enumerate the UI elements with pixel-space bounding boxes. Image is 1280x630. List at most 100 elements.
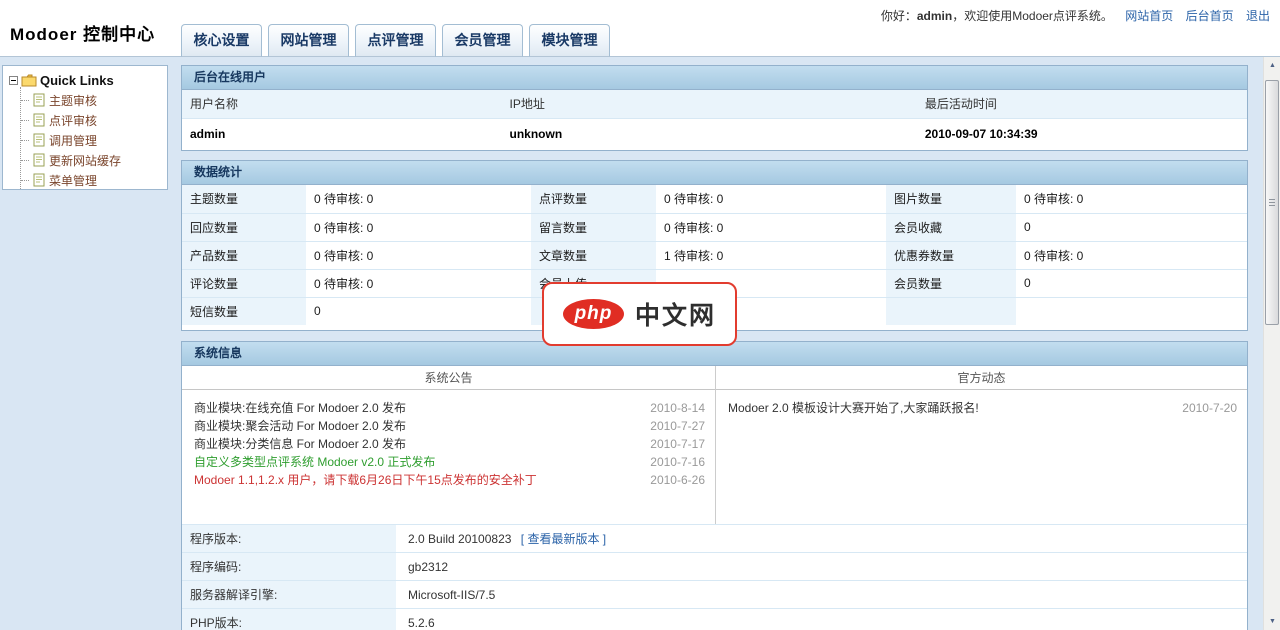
news-link[interactable]: Modoer 2.0 模板设计大赛开始了,大家踊跃报名! bbox=[716, 399, 979, 417]
scroll-up-icon[interactable]: ▲ bbox=[1264, 57, 1280, 74]
app-title: Modoer 控制中心 bbox=[10, 20, 155, 45]
announcement-date: 2010-8-14 bbox=[650, 399, 715, 417]
tab-site-management[interactable]: 网站管理 bbox=[268, 24, 349, 57]
quick-links-tree: Quick Links 主题审核 点评审核 调用管理 bbox=[9, 70, 167, 190]
stat-label: 评论数量 bbox=[182, 269, 306, 297]
announcements-title: 系统公告 bbox=[182, 366, 715, 390]
scroll-down-icon[interactable]: ▼ bbox=[1264, 613, 1280, 630]
greeting-username: admin bbox=[917, 9, 952, 23]
sidebar-item-topic-review[interactable]: 主题审核 bbox=[9, 90, 167, 110]
tab-core-settings[interactable]: 核心设置 bbox=[181, 24, 262, 57]
stat-value bbox=[1016, 297, 1247, 325]
stat-label: 主题数量 bbox=[182, 185, 306, 213]
collapse-icon[interactable] bbox=[9, 76, 18, 85]
tree-root: Quick Links bbox=[9, 70, 167, 90]
tab-member-management[interactable]: 会员管理 bbox=[442, 24, 523, 57]
document-icon bbox=[33, 93, 45, 107]
quick-links-sidebar: Quick Links 主题审核 点评审核 调用管理 bbox=[2, 65, 168, 190]
link-site-home[interactable]: 网站首页 bbox=[1125, 9, 1173, 23]
detail-value: Microsoft-IIS/7.5 bbox=[396, 581, 1247, 609]
quick-links-title: Quick Links bbox=[40, 73, 114, 88]
check-latest-version-link[interactable]: [ 查看最新版本 ] bbox=[521, 532, 606, 546]
greeting-bar: 你好：admin，欢迎使用Modoer点评系统。 网站首页 后台首页 退出 bbox=[881, 7, 1270, 24]
tab-module-management[interactable]: 模块管理 bbox=[529, 24, 610, 57]
stat-label: 图片数量 bbox=[886, 185, 1016, 213]
detail-value: 2.0 Build 20100823 [ 查看最新版本 ] bbox=[396, 525, 1247, 553]
table-row: admin unknown 2010-09-07 10:34:39 bbox=[182, 118, 1247, 150]
link-logout[interactable]: 退出 bbox=[1246, 9, 1270, 23]
announcement-link[interactable]: 自定义多类型点评系统 Modoer v2.0 正式发布 bbox=[182, 453, 435, 471]
folder-icon bbox=[21, 74, 37, 87]
announcement-link[interactable]: 商业模块:在线充值 For Modoer 2.0 发布 bbox=[182, 399, 406, 417]
announcement-date: 2010-6-26 bbox=[650, 471, 715, 489]
list-item: 商业模块:分类信息 For Modoer 2.0 发布 2010-7-17 bbox=[182, 435, 715, 453]
cell-last-active: 2010-09-07 10:34:39 bbox=[917, 118, 1247, 150]
list-item: 商业模块:在线充值 For Modoer 2.0 发布 2010-8-14 bbox=[182, 399, 715, 417]
cell-ip: unknown bbox=[502, 118, 917, 150]
table-row: 程序编码: gb2312 bbox=[182, 553, 1247, 581]
sidebar-item-update-cache[interactable]: 更新网站缓存 bbox=[9, 150, 167, 170]
stat-label: 会员收藏 bbox=[886, 213, 1016, 241]
stat-label: 优惠券数量 bbox=[886, 241, 1016, 269]
table-row: 服务器解译引擎: Microsoft-IIS/7.5 bbox=[182, 581, 1247, 609]
detail-label: 程序版本: bbox=[182, 525, 396, 553]
php-logo-icon: php bbox=[563, 299, 624, 329]
vertical-scrollbar[interactable]: ▲ ▼ bbox=[1263, 57, 1280, 630]
official-news-list: Modoer 2.0 模板设计大赛开始了,大家踊跃报名! 2010-7-20 bbox=[716, 390, 1247, 417]
stat-label: 点评数量 bbox=[531, 185, 656, 213]
announcement-date: 2010-7-16 bbox=[650, 453, 715, 471]
document-icon bbox=[33, 153, 45, 167]
list-item: 商业模块:聚会活动 For Modoer 2.0 发布 2010-7-27 bbox=[182, 417, 715, 435]
sidebar-item-call-management[interactable]: 调用管理 bbox=[9, 130, 167, 150]
scrollbar-thumb[interactable] bbox=[1265, 80, 1279, 325]
system-info-columns: 系统公告 商业模块:在线充值 For Modoer 2.0 发布 2010-8-… bbox=[182, 366, 1247, 524]
online-users-panel: 后台在线用户 用户名称 IP地址 最后活动时间 admin unknown 20… bbox=[181, 65, 1248, 151]
stat-label: 短信数量 bbox=[182, 297, 306, 325]
detail-label: PHP版本: bbox=[182, 609, 396, 630]
stat-label bbox=[886, 297, 1016, 325]
detail-value: 5.2.6 bbox=[396, 609, 1247, 630]
announcement-link[interactable]: 商业模块:分类信息 For Modoer 2.0 发布 bbox=[182, 435, 406, 453]
php-cn-site-text: 中文网 bbox=[635, 296, 716, 332]
sidebar-item-menu-management[interactable]: 菜单管理 bbox=[9, 170, 167, 190]
announcement-link[interactable]: 商业模块:聚会活动 For Modoer 2.0 发布 bbox=[182, 417, 406, 435]
stat-label: 留言数量 bbox=[531, 213, 656, 241]
stat-value: 0 待审核: 0 bbox=[1016, 241, 1247, 269]
greeting-prefix: 你好： bbox=[881, 9, 917, 23]
stat-label: 回应数量 bbox=[182, 213, 306, 241]
stat-label: 产品数量 bbox=[182, 241, 306, 269]
tab-review-management[interactable]: 点评管理 bbox=[355, 24, 436, 57]
online-users-table: 用户名称 IP地址 最后活动时间 admin unknown 2010-09-0… bbox=[182, 90, 1247, 150]
table-row: 程序版本: 2.0 Build 20100823 [ 查看最新版本 ] bbox=[182, 525, 1247, 553]
announcement-link[interactable]: Modoer 1.1,1.2.x 用户，请下载6月26日下午15点发布的安全补丁 bbox=[182, 471, 537, 489]
announcements-column: 系统公告 商业模块:在线充值 For Modoer 2.0 发布 2010-8-… bbox=[182, 366, 715, 524]
official-news-column: 官方动态 Modoer 2.0 模板设计大赛开始了,大家踊跃报名! 2010-7… bbox=[715, 366, 1247, 524]
announcements-list: 商业模块:在线充值 For Modoer 2.0 发布 2010-8-14 商业… bbox=[182, 390, 715, 489]
stat-value: 0 待审核: 0 bbox=[656, 185, 886, 213]
stat-value: 0 待审核: 0 bbox=[306, 213, 531, 241]
col-username: 用户名称 bbox=[182, 90, 502, 118]
link-admin-home[interactable]: 后台首页 bbox=[1186, 9, 1234, 23]
sidebar-item-comment-review[interactable]: 点评审核 bbox=[9, 110, 167, 130]
stats-row: 回应数量 0 待审核: 0 留言数量 0 待审核: 0 会员收藏 0 bbox=[182, 213, 1247, 241]
official-news-title: 官方动态 bbox=[716, 366, 1247, 390]
top-header: Modoer 控制中心 你好：admin，欢迎使用Modoer点评系统。 网站首… bbox=[0, 0, 1280, 57]
online-users-panel-title: 后台在线用户 bbox=[182, 66, 1247, 90]
system-info-panel: 系统信息 系统公告 商业模块:在线充值 For Modoer 2.0 发布 20… bbox=[181, 341, 1248, 630]
list-item: Modoer 2.0 模板设计大赛开始了,大家踊跃报名! 2010-7-20 bbox=[716, 399, 1247, 417]
system-details-table: 程序版本: 2.0 Build 20100823 [ 查看最新版本 ] 程序编码… bbox=[182, 524, 1247, 630]
stat-value: 0 bbox=[306, 297, 531, 325]
stat-value: 0 bbox=[1016, 269, 1247, 297]
document-icon bbox=[33, 113, 45, 127]
list-item: Modoer 1.1,1.2.x 用户，请下载6月26日下午15点发布的安全补丁… bbox=[182, 471, 715, 489]
stat-value: 0 待审核: 0 bbox=[306, 241, 531, 269]
stats-row: 产品数量 0 待审核: 0 文章数量 1 待审核: 0 优惠券数量 0 待审核:… bbox=[182, 241, 1247, 269]
program-version: 2.0 Build 20100823 bbox=[408, 532, 511, 546]
stat-label: 会员数量 bbox=[886, 269, 1016, 297]
data-stats-panel-title: 数据统计 bbox=[182, 161, 1247, 185]
detail-label: 程序编码: bbox=[182, 553, 396, 581]
stats-row: 主题数量 0 待审核: 0 点评数量 0 待审核: 0 图片数量 0 待审核: … bbox=[182, 185, 1247, 213]
stat-label: 文章数量 bbox=[531, 241, 656, 269]
col-last-active: 最后活动时间 bbox=[917, 90, 1247, 118]
stat-value: 0 bbox=[1016, 213, 1247, 241]
